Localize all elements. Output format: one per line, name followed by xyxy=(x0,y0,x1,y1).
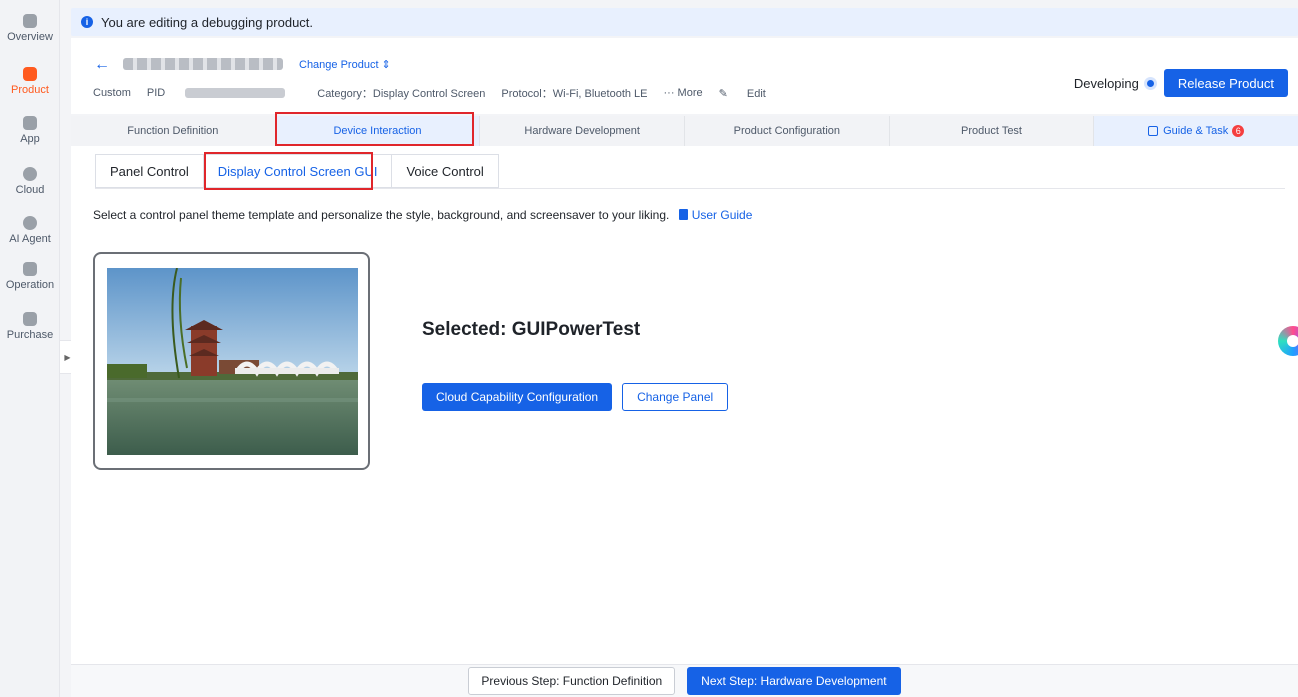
assistant-logo-icon[interactable] xyxy=(1278,326,1298,356)
nav-item-label: AI Agent xyxy=(9,233,51,245)
nav-item-label: Product xyxy=(11,84,49,96)
pid-field: PID xyxy=(147,87,301,99)
description-text: Select a control panel theme template an… xyxy=(93,208,670,222)
nav-item-label: Operation xyxy=(5,279,55,291)
interaction-subtabs: Panel Control Display Control Screen GUI… xyxy=(95,154,499,188)
nav-item-label: Cloud xyxy=(15,184,45,196)
product-category: Category：Display Control Screen xyxy=(317,88,486,100)
left-nav: Overview Product App Cloud AI Agent Oper… xyxy=(0,0,60,697)
nav-item-operation[interactable]: Operation xyxy=(0,262,60,291)
product-type: Custom xyxy=(93,87,131,99)
next-step-button[interactable]: Next Step: Hardware Development xyxy=(687,667,901,695)
nav-item-product[interactable]: Product xyxy=(0,67,60,96)
status-text: Developing xyxy=(1073,75,1139,91)
product-icon xyxy=(23,67,37,81)
edit-label: Edit xyxy=(746,87,766,100)
cloud-capability-configuration-button[interactable]: Cloud Capability Configuration xyxy=(422,383,613,411)
edit-link[interactable]: ✎ Edit xyxy=(719,87,782,100)
purchase-icon xyxy=(23,312,37,326)
product-name-redacted xyxy=(123,58,283,70)
pagoda-landscape-image xyxy=(107,268,358,455)
nav-item-purchase[interactable]: Purchase xyxy=(0,312,60,341)
pid-label: PID xyxy=(146,87,166,99)
user-guide-link[interactable]: User Guide xyxy=(692,208,753,222)
release-product-button[interactable]: Release Product xyxy=(1163,69,1288,97)
back-arrow-icon[interactable]: ← xyxy=(94,56,110,74)
pid-redacted xyxy=(185,88,286,99)
step-product-test[interactable]: Product Test xyxy=(890,116,1095,146)
step-product-configuration[interactable]: Product Configuration xyxy=(685,116,890,146)
change-product-link[interactable]: Change Product ⇕ xyxy=(299,58,391,71)
guide-label: Guide & Task xyxy=(1163,125,1229,137)
document-icon xyxy=(678,209,688,220)
main-area: i You are editing a debugging product. ←… xyxy=(61,0,1298,697)
status-area: Developing Release Product xyxy=(1074,69,1288,97)
nav-item-label: Purchase xyxy=(6,329,54,341)
banner-text: You are editing a debugging product. xyxy=(101,14,314,30)
status-dot-icon xyxy=(1146,79,1154,87)
operation-icon xyxy=(23,262,37,276)
nav-item-label: App xyxy=(20,133,40,145)
info-icon: i xyxy=(81,16,93,28)
product-meta: Custom PID Category：Display Control Scre… xyxy=(93,85,798,101)
change-panel-button[interactable]: Change Panel xyxy=(622,383,729,411)
guide-book-icon xyxy=(1148,126,1159,136)
subtab-voice-control[interactable]: Voice Control xyxy=(391,154,499,188)
previous-step-button[interactable]: Previous Step: Function Definition xyxy=(468,667,676,695)
guide-and-task-button[interactable]: Guide & Task 6 xyxy=(1094,116,1298,146)
nav-item-overview[interactable]: Overview xyxy=(0,14,60,43)
product-protocol: Protocol：Wi-Fi, Bluetooth LE xyxy=(501,88,648,100)
step-function-definition[interactable]: Function Definition xyxy=(71,116,276,146)
content-panel: Panel Control Display Control Screen GUI… xyxy=(71,146,1298,664)
app-icon xyxy=(23,116,37,130)
home-icon xyxy=(23,14,37,28)
step-navigation-footer: Previous Step: Function Definition Next … xyxy=(71,664,1298,697)
step-device-interaction[interactable]: Device Interaction xyxy=(275,116,481,146)
step-hardware-development[interactable]: Hardware Development xyxy=(480,116,686,146)
page-description: Select a control panel theme template an… xyxy=(93,208,752,222)
ai-agent-icon xyxy=(23,216,37,230)
status-badge: Developing xyxy=(1074,76,1154,91)
nav-item-label: Overview xyxy=(7,31,53,43)
nav-item-app[interactable]: App xyxy=(0,116,60,145)
development-steps: Function Definition Device Interaction H… xyxy=(71,116,1298,146)
nav-item-ai-agent[interactable]: AI Agent xyxy=(0,216,60,245)
subtab-display-control-screen-gui[interactable]: Display Control Screen GUI xyxy=(202,154,393,188)
nav-item-cloud[interactable]: Cloud xyxy=(0,167,60,196)
task-count-badge: 6 xyxy=(1232,125,1245,137)
panel-actions: Cloud Capability Configuration Change Pa… xyxy=(422,383,729,411)
more-menu[interactable]: ··· More xyxy=(664,87,703,99)
cloud-icon xyxy=(23,167,37,181)
panel-template-card[interactable] xyxy=(93,252,370,470)
edit-pencil-icon: ✎ xyxy=(718,87,731,100)
subtab-panel-control[interactable]: Panel Control xyxy=(95,154,204,188)
panel-theme-thumbnail xyxy=(107,268,358,455)
selected-panel-title: Selected: GUIPowerTest xyxy=(422,319,641,340)
subtabs-divider xyxy=(95,188,1285,189)
product-header: ← Change Product ⇕ Custom PID Category：D… xyxy=(71,38,1298,114)
debug-banner: i You are editing a debugging product. xyxy=(71,8,1298,36)
